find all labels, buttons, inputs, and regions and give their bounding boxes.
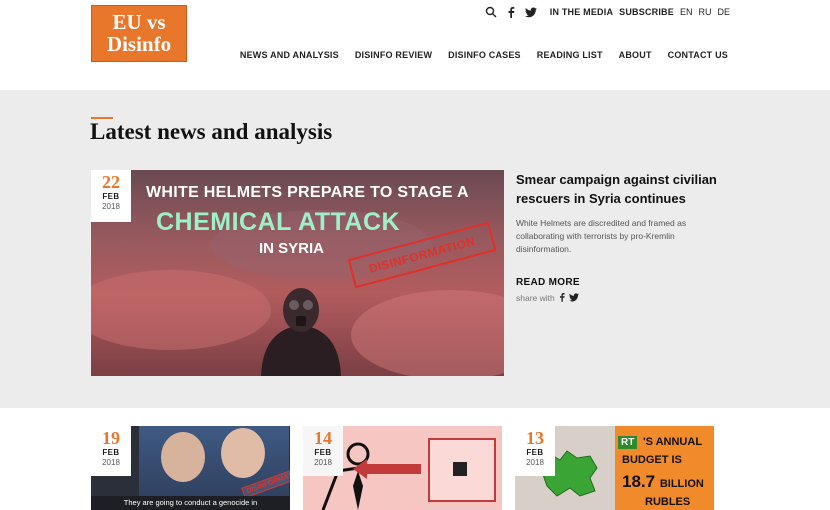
- rt-logo: RT: [618, 436, 638, 449]
- in-the-media-link[interactable]: IN THE MEDIA: [550, 7, 613, 17]
- featured-date-badge: 22 FEB 2018: [91, 170, 131, 222]
- facebook-icon[interactable]: [558, 292, 566, 304]
- nav-news-and-analysis[interactable]: NEWS AND ANALYSIS: [240, 50, 339, 60]
- cloud-shape: [351, 290, 504, 376]
- card-3-text-4: RUBLES: [645, 496, 691, 508]
- date-month: FEB: [102, 192, 120, 201]
- main-nav: NEWS AND ANALYSIS DISINFO REVIEW DISINFO…: [240, 50, 728, 60]
- date-year: 2018: [102, 458, 120, 467]
- tv-caption: They are going to conduct a genocide in: [91, 496, 290, 510]
- twitter-icon[interactable]: [568, 292, 579, 304]
- card-3-date-badge: 13 FEB 2018: [515, 426, 555, 476]
- image-headline-line-2: CHEMICAL ATTACK: [156, 208, 401, 236]
- logo-line-1: EU vs: [112, 10, 166, 34]
- lang-ru[interactable]: RU: [698, 7, 711, 17]
- share-label: share with: [516, 293, 555, 303]
- date-year: 2018: [314, 458, 332, 467]
- subscribe-link[interactable]: SUBSCRIBE: [619, 7, 674, 17]
- featured-description: White Helmets are discredited and framed…: [516, 218, 687, 254]
- date-day: 19: [102, 428, 120, 448]
- nav-reading-list[interactable]: READING LIST: [537, 50, 603, 60]
- lang-de[interactable]: DE: [717, 7, 730, 17]
- nav-disinfo-review[interactable]: DISINFO REVIEW: [355, 50, 432, 60]
- image-headline-line-3: IN SYRIA: [259, 240, 325, 257]
- card-2-date-badge: 14 FEB 2018: [303, 426, 343, 476]
- featured-title[interactable]: Smear campaign against civilian rescuers…: [516, 170, 731, 208]
- person-face: [221, 428, 265, 478]
- nav-contact-us[interactable]: CONTACT US: [668, 50, 728, 60]
- read-more-link[interactable]: READ MORE: [516, 277, 580, 288]
- section-title: Latest news and analysis: [90, 119, 333, 144]
- nav-disinfo-cases[interactable]: DISINFO CASES: [448, 50, 521, 60]
- budget-amount: 18.7: [622, 472, 656, 491]
- image-headline-line-1: WHITE HELMETS PREPARE TO STAGE A: [146, 184, 469, 201]
- twitter-icon[interactable]: [524, 5, 538, 19]
- budget-unit: BILLION: [659, 478, 704, 490]
- date-year: 2018: [102, 202, 120, 211]
- top-bar: IN THE MEDIA SUBSCRIBE EN RU DE: [484, 5, 730, 19]
- date-year: 2018: [526, 458, 544, 467]
- lang-en[interactable]: EN: [680, 7, 693, 17]
- gas-mask-figure: [261, 288, 341, 376]
- date-day: 14: [314, 428, 332, 448]
- card-1-date-badge: 19 FEB 2018: [91, 426, 131, 476]
- microchip-icon: [453, 462, 467, 476]
- share-row: share with: [516, 292, 579, 304]
- card-3-text-3: 18.7 BILLION: [622, 472, 704, 492]
- site-header: EU vs Disinfo IN THE MEDIA SUBSCRIBE EN …: [0, 0, 830, 90]
- card-3-text-1: 'S ANNUAL: [643, 436, 703, 448]
- date-month: FEB: [102, 448, 120, 457]
- date-day: 22: [102, 172, 120, 192]
- arrow-shaft: [365, 464, 421, 474]
- nav-about[interactable]: ABOUT: [619, 50, 652, 60]
- featured-image[interactable]: WHITE HELMETS PREPARE TO STAGE A CHEMICA…: [91, 170, 504, 376]
- facebook-icon[interactable]: [504, 5, 518, 19]
- person-face: [161, 432, 205, 482]
- search-icon[interactable]: [484, 5, 498, 19]
- date-day: 13: [526, 428, 544, 448]
- date-month: FEB: [314, 448, 332, 457]
- site-logo[interactable]: EU vs Disinfo: [91, 5, 187, 62]
- date-month: FEB: [526, 448, 544, 457]
- card-3-text-2: BUDGET IS: [622, 454, 682, 466]
- logo-line-2: Disinfo: [106, 32, 172, 56]
